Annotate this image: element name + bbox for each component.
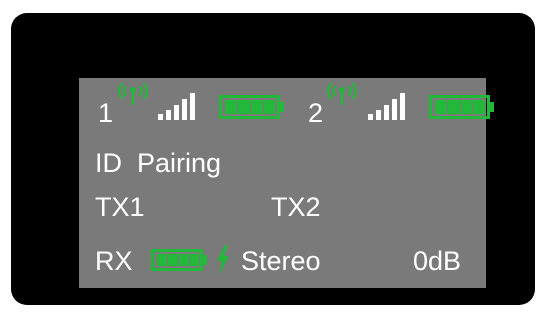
signal-bar [376, 110, 381, 120]
battery-icon-1 [219, 95, 284, 119]
signal-bar [174, 105, 179, 120]
lcd-screen: 1 2 ID Pairing TX1 TX2 RX Stereo 0dB [79, 78, 494, 288]
device-frame: 1 2 ID Pairing TX1 TX2 RX Stereo 0dB [11, 13, 535, 305]
stereo-mode-label[interactable]: Stereo [241, 248, 321, 275]
signal-bar [392, 99, 397, 120]
signal-bar [166, 110, 171, 120]
channel-2-number: 2 [308, 98, 324, 128]
signal-bar [368, 114, 373, 120]
signal-strength-icon-2 [368, 93, 405, 120]
channel-1-number: 1 [98, 98, 114, 128]
id-pairing-menu-item[interactable]: ID Pairing [95, 150, 221, 177]
signal-bar [384, 105, 389, 120]
antenna-icon [326, 82, 358, 105]
signal-bar [400, 93, 405, 120]
rx-label: RX [95, 246, 133, 276]
lightning-icon [217, 245, 229, 275]
signal-bar [182, 99, 187, 120]
tx2-label: TX2 [271, 192, 321, 222]
rx-battery-icon [151, 249, 207, 271]
antenna-icon [117, 82, 149, 105]
signal-strength-icon-1 [158, 93, 195, 120]
gain-label[interactable]: 0dB [413, 248, 461, 275]
battery-icon-2 [429, 95, 494, 119]
signal-bar [158, 114, 163, 120]
tx1-label: TX1 [95, 192, 145, 222]
signal-bar [190, 93, 195, 120]
